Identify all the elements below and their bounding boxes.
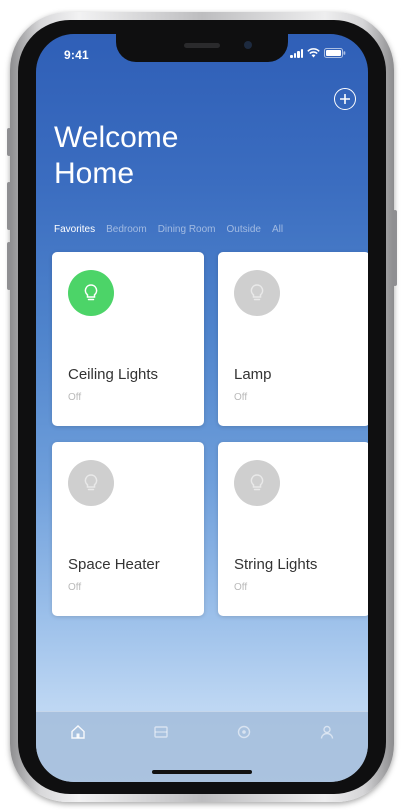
speaker-grille [184, 43, 220, 48]
tab-all[interactable]: All [272, 224, 283, 235]
rooms-icon [153, 726, 168, 738]
tab-dining-room[interactable]: Dining Room [158, 224, 216, 235]
battery-icon [324, 48, 346, 58]
device-name: Lamp [234, 366, 272, 383]
tab-favorites[interactable]: Favorites [54, 224, 95, 235]
app-screen: 9:41 Welcome Home Favorites Bedroom Dini… [36, 34, 368, 782]
phone-silent-switch [7, 128, 11, 156]
front-camera [244, 41, 252, 49]
phone-volume-down-button [7, 242, 11, 290]
device-card-ceiling-lights[interactable]: Ceiling Lights Off [52, 252, 204, 426]
profile-icon [320, 725, 333, 739]
device-status: Off [68, 582, 82, 593]
device-status: Off [234, 392, 248, 403]
phone-notch [116, 34, 288, 62]
room-tabs: Favorites Bedroom Dining Room Outside Al… [54, 224, 283, 235]
cellular-signal-icon [290, 48, 303, 58]
device-name: String Lights [234, 556, 318, 573]
lightbulb-icon [250, 474, 264, 491]
device-toggle[interactable] [234, 460, 280, 506]
device-toggle[interactable] [68, 460, 114, 506]
add-accessory-button[interactable] [334, 88, 356, 110]
plus-circle-icon [340, 94, 350, 104]
device-name: Space Heater [68, 556, 160, 573]
status-time: 9:41 [64, 48, 89, 62]
status-icons [290, 48, 346, 58]
tab-outside[interactable]: Outside [227, 224, 261, 235]
phone-power-button [393, 210, 397, 286]
device-status: Off [234, 582, 248, 593]
device-status: Off [68, 392, 82, 403]
home-indicator[interactable] [152, 770, 252, 774]
lightbulb-icon [250, 284, 264, 301]
tab-bedroom[interactable]: Bedroom [106, 224, 147, 235]
bottom-tab-profile[interactable] [285, 712, 368, 782]
device-card-space-heater[interactable]: Space Heater Off [52, 442, 204, 616]
device-name: Ceiling Lights [68, 366, 159, 383]
scenes-icon [237, 725, 250, 739]
page-title: Welcome Home [54, 121, 179, 190]
lightbulb-icon [84, 284, 98, 301]
device-toggle[interactable] [68, 270, 114, 316]
device-card-string-lights[interactable]: String Lights Off [218, 442, 368, 616]
lightbulb-icon [84, 474, 98, 491]
device-toggle[interactable] [234, 270, 280, 316]
wifi-icon [307, 48, 320, 58]
bottom-tab-home[interactable] [36, 712, 119, 782]
phone-volume-up-button [7, 182, 11, 230]
device-card-lamp[interactable]: Lamp Off [218, 252, 368, 426]
home-icon [70, 725, 85, 739]
